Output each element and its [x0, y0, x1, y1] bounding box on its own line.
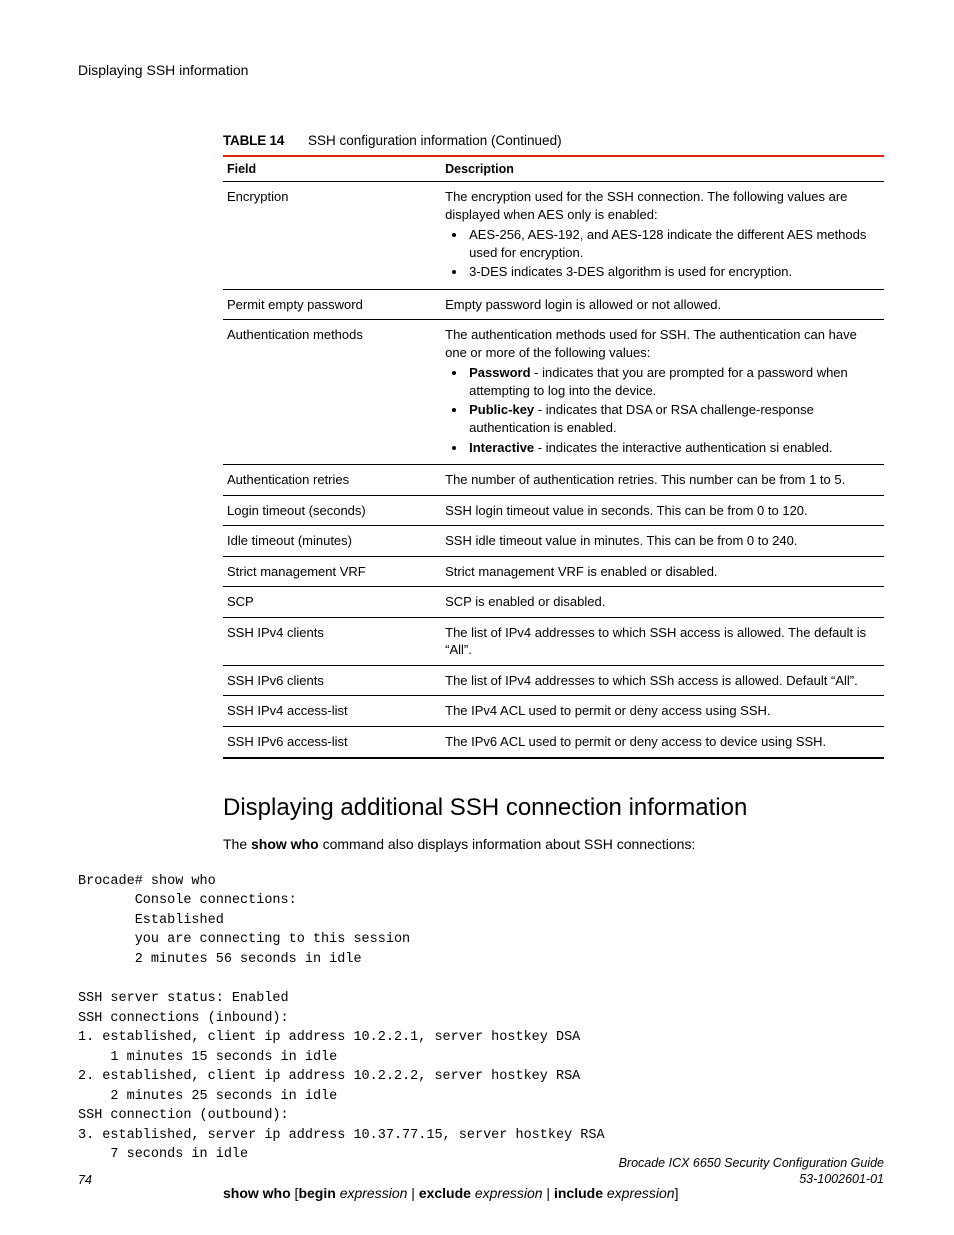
bullet-item: Public-key - indicates that DSA or RSA c…: [467, 401, 880, 436]
cell-field: Authentication methods: [223, 320, 441, 465]
table-row: SSH IPv4 clients The list of IPv4 addres…: [223, 617, 884, 665]
cell-field: SSH IPv4 clients: [223, 617, 441, 665]
text: The: [223, 836, 251, 852]
desc-text: The encryption used for the SSH connecti…: [445, 189, 847, 222]
cell-field: SSH IPv4 access-list: [223, 696, 441, 727]
cell-desc: The number of authentication retries. Th…: [441, 465, 884, 496]
cell-field: Permit empty password: [223, 289, 441, 320]
table-row: Login timeout (seconds) SSH login timeou…: [223, 495, 884, 526]
cell-field: SCP: [223, 587, 441, 618]
page-footer: 74 Brocade ICX 6650 Security Configurati…: [78, 1155, 884, 1188]
cell-desc: Strict management VRF is enabled or disa…: [441, 556, 884, 587]
syntax-bracket: ]: [675, 1185, 679, 1201]
table-number: TABLE 14: [223, 133, 284, 148]
command-name: show who: [251, 836, 319, 852]
cell-field: SSH IPv6 access-list: [223, 727, 441, 758]
cell-desc: SSH login timeout value in seconds. This…: [441, 495, 884, 526]
table-row: Authentication methods The authenticatio…: [223, 320, 884, 465]
table-row: Encryption The encryption used for the S…: [223, 182, 884, 290]
syntax-arg: expression: [340, 1185, 408, 1201]
term: Public-key: [469, 402, 534, 417]
terminal-output: Brocade# show who Console connections: E…: [78, 872, 884, 1165]
cell-desc: Empty password login is allowed or not a…: [441, 289, 884, 320]
section-heading: Displaying additional SSH connection inf…: [223, 794, 884, 822]
term-desc: - indicates the interactive authenticati…: [534, 440, 832, 455]
doc-number: 53-1002601-01: [619, 1171, 884, 1187]
syntax-pipe: |: [543, 1185, 554, 1201]
term: Password: [469, 365, 530, 380]
table-row: Idle timeout (minutes) SSH idle timeout …: [223, 526, 884, 557]
syntax-cmd: show who: [223, 1185, 291, 1201]
term: Interactive: [469, 440, 534, 455]
doc-info: Brocade ICX 6650 Security Configuration …: [619, 1155, 884, 1188]
cell-field: Encryption: [223, 182, 441, 290]
ssh-config-table: Field Description Encryption The encrypt…: [223, 155, 884, 759]
text: command also displays information about …: [319, 836, 696, 852]
cell-field: Idle timeout (minutes): [223, 526, 441, 557]
table-row: Permit empty password Empty password log…: [223, 289, 884, 320]
cell-desc: The IPv6 ACL used to permit or deny acce…: [441, 727, 884, 758]
col-header-description: Description: [441, 156, 884, 182]
syntax-arg: expression: [607, 1185, 675, 1201]
cell-field: SSH IPv6 clients: [223, 665, 441, 696]
table-row: SSH IPv6 access-list The IPv6 ACL used t…: [223, 727, 884, 758]
page-number: 74: [78, 1173, 92, 1187]
bullet-item: AES-256, AES-192, and AES-128 indicate t…: [467, 226, 880, 261]
desc-text: The authentication methods used for SSH.…: [445, 327, 857, 360]
col-header-field: Field: [223, 156, 441, 182]
cell-desc: The list of IPv4 addresses to which SSH …: [441, 617, 884, 665]
table-caption: TABLE 14 SSH configuration information (…: [223, 133, 884, 148]
table-title: SSH configuration information (Continued…: [308, 133, 562, 148]
running-header: Displaying SSH information: [78, 62, 884, 78]
cell-desc: The authentication methods used for SSH.…: [441, 320, 884, 465]
cell-desc: SCP is enabled or disabled.: [441, 587, 884, 618]
table-row: SCP SCP is enabled or disabled.: [223, 587, 884, 618]
cell-field: Authentication retries: [223, 465, 441, 496]
cell-desc: The list of IPv4 addresses to which SSh …: [441, 665, 884, 696]
table-row: SSH IPv4 access-list The IPv4 ACL used t…: [223, 696, 884, 727]
bullet-item: Password - indicates that you are prompt…: [467, 364, 880, 399]
body-paragraph: The show who command also displays infor…: [223, 836, 884, 852]
syntax-arg: expression: [475, 1185, 543, 1201]
table-row: Authentication retries The number of aut…: [223, 465, 884, 496]
cell-desc: The IPv4 ACL used to permit or deny acce…: [441, 696, 884, 727]
cell-field: Login timeout (seconds): [223, 495, 441, 526]
syntax-keyword: include: [554, 1185, 603, 1201]
syntax-pipe: |: [407, 1185, 418, 1201]
cell-desc: The encryption used for the SSH connecti…: [441, 182, 884, 290]
cell-field: Strict management VRF: [223, 556, 441, 587]
command-syntax: show who [begin expression | exclude exp…: [223, 1185, 884, 1201]
table-row: SSH IPv6 clients The list of IPv4 addres…: [223, 665, 884, 696]
bullet-item: 3-DES indicates 3-DES algorithm is used …: [467, 263, 880, 281]
doc-title: Brocade ICX 6650 Security Configuration …: [619, 1155, 884, 1171]
cell-desc: SSH idle timeout value in minutes. This …: [441, 526, 884, 557]
bullet-item: Interactive - indicates the interactive …: [467, 439, 880, 457]
table-row: Strict management VRF Strict management …: [223, 556, 884, 587]
syntax-keyword: exclude: [419, 1185, 471, 1201]
syntax-keyword: begin: [298, 1185, 335, 1201]
